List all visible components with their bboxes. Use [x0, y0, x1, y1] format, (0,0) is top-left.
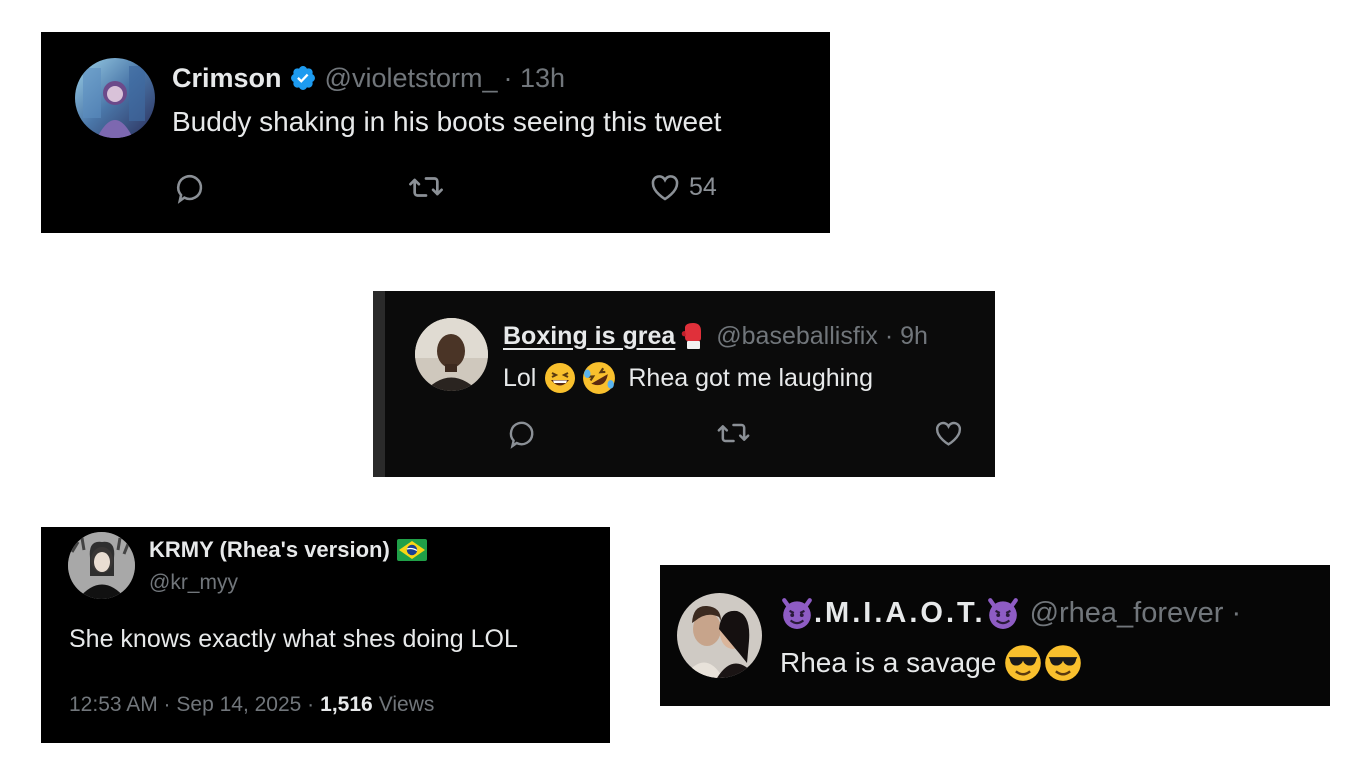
like-icon [651, 175, 679, 201]
author-handle[interactable]: @rhea_forever · [1030, 597, 1242, 630]
author-handle[interactable]: @kr_myy [149, 571, 238, 595]
smiling-imp-emoji [780, 596, 814, 630]
tweet-text: She knows exactly what shes doing LOL [69, 625, 518, 653]
like-button[interactable]: 54 [647, 170, 717, 204]
tweet-card-miaot[interactable]: .M.I.A.O.T. @rhea_forever · Rhea is a sa… [660, 565, 1330, 706]
tweet-card-crimson[interactable]: Crimson @violetstorm_ · 13h Buddy shakin… [41, 32, 830, 233]
like-icon [935, 421, 962, 446]
tweet-text-body: Rhea is a savage [780, 647, 997, 678]
tweet-date[interactable]: 12:53 AM · Sep 14, 2025 · [69, 693, 314, 717]
boxing-glove-emoji [678, 321, 708, 351]
retweet-icon [717, 423, 750, 443]
avatar-crimson[interactable] [75, 58, 155, 138]
tweet-text-start: Lol [503, 363, 537, 392]
brazil-flag-emoji [396, 539, 427, 561]
like-count: 54 [689, 172, 717, 201]
avatar-boxing[interactable] [415, 318, 488, 391]
reply-button[interactable] [506, 417, 538, 449]
retweet-icon [409, 177, 443, 197]
author-name[interactable]: .M.I.A.O.T. [814, 597, 986, 630]
reply-icon [176, 175, 203, 204]
reply-icon [509, 421, 534, 449]
author-handle[interactable]: @violetstorm_ [325, 63, 498, 94]
tweet-text: Rhea is a savage [780, 644, 1082, 682]
author-handle[interactable]: @baseballisfix [716, 322, 878, 351]
author-name[interactable]: Boxing is grea [503, 322, 675, 351]
smiling-imp-emoji [986, 596, 1020, 630]
tweet-time[interactable]: · 13h [504, 63, 566, 94]
avatar-miaot[interactable] [677, 593, 762, 678]
reply-button[interactable] [173, 170, 207, 204]
tweet-text: Buddy shaking in his boots seeing this t… [172, 106, 722, 137]
tweet-text: Lol Rhea got me laughing [503, 361, 873, 395]
tweet-card-krmy[interactable]: KRMY (Rhea's version) @kr_myy She knows … [41, 527, 610, 743]
retweet-button[interactable] [407, 170, 445, 204]
card-edge [373, 291, 385, 477]
like-button[interactable] [932, 417, 965, 449]
sunglasses-emoji [1004, 644, 1042, 682]
view-label: Views [378, 693, 435, 716]
view-count: 1,516 [320, 693, 373, 716]
verified-badge-icon [289, 64, 317, 92]
tweet-text-end: Rhea got me laughing [628, 363, 873, 392]
grinning-squinting-emoji [544, 362, 576, 394]
sunglasses-emoji [1044, 644, 1082, 682]
author-name[interactable]: KRMY (Rhea's version) [149, 537, 390, 563]
tweet-time[interactable]: · 9h [885, 322, 928, 351]
rolling-laughing-emoji [582, 361, 616, 395]
retweet-button[interactable] [716, 417, 751, 449]
avatar-krmy[interactable] [68, 532, 135, 599]
tweet-card-boxing[interactable]: Boxing is grea @baseballisfix · 9h Lol R… [385, 291, 995, 477]
author-name[interactable]: Crimson [172, 63, 282, 94]
